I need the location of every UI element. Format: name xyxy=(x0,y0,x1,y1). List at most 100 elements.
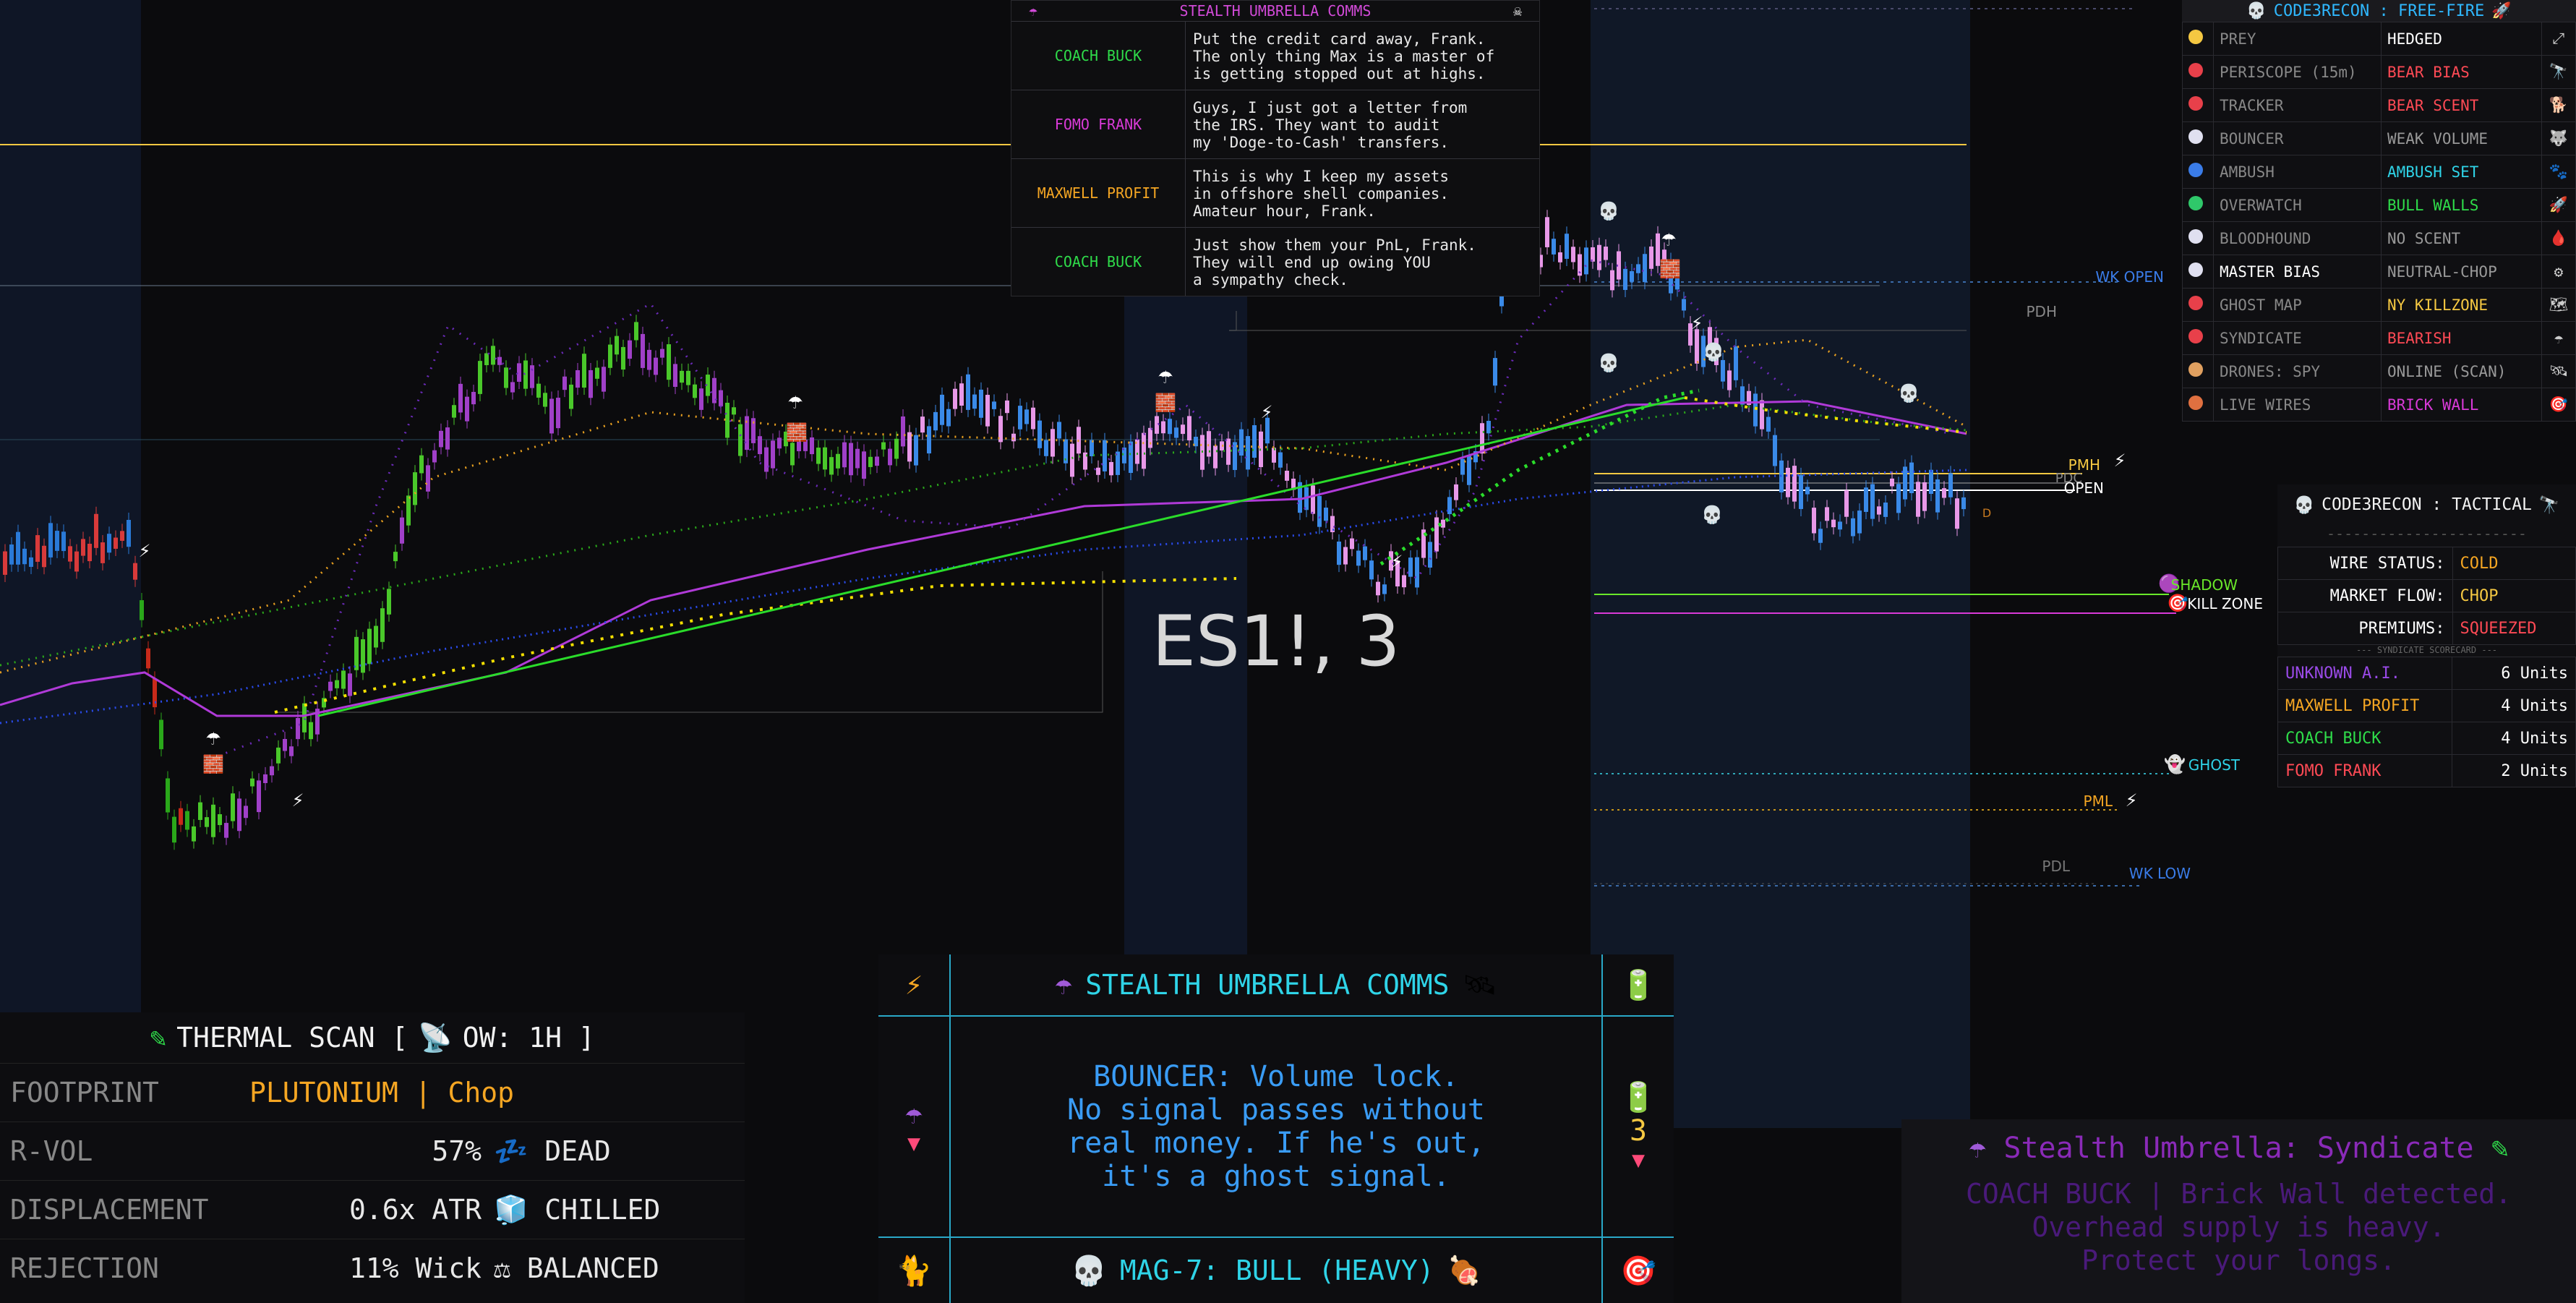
chart-marker-icon: ☂ xyxy=(205,729,221,749)
chart-marker-icon: 💀 xyxy=(1701,505,1723,525)
candle-body xyxy=(1181,424,1185,435)
candle-body xyxy=(406,495,411,526)
thermal-status: DEAD xyxy=(544,1135,611,1167)
scorecard-name: FOMO FRANK xyxy=(2277,754,2452,787)
candle-body xyxy=(1246,436,1250,470)
candle-body xyxy=(615,336,619,355)
freefire-value: BEARISH xyxy=(2381,321,2542,355)
syndicate-message: COACH BUCK | Brick Wall detected. Overhe… xyxy=(1966,1178,2512,1276)
candle-body xyxy=(829,457,834,475)
chart-marker-icon: 🧱 xyxy=(786,422,808,443)
candle-body xyxy=(218,814,222,826)
thermal-status-cell: 🧊 CHILLED xyxy=(493,1180,745,1239)
candle-body xyxy=(114,537,118,549)
candle-body xyxy=(1825,507,1829,521)
freefire-value: NO SCENT xyxy=(2381,221,2542,255)
status-dot-icon xyxy=(2188,229,2203,244)
right-status: 🔋 3 ▼ xyxy=(1603,1017,1674,1236)
umbrella-icon: ☂ xyxy=(904,1097,923,1131)
candle-body xyxy=(1441,519,1445,528)
candle-body xyxy=(471,391,476,405)
status-dot-icon xyxy=(2188,129,2203,144)
meat-icon: 🍖 xyxy=(1447,1254,1481,1286)
candle-body xyxy=(719,390,723,406)
ghost-label: GHOST xyxy=(2188,756,2241,774)
status-dot-cell xyxy=(2182,121,2214,155)
candle-body xyxy=(1844,490,1849,517)
candle-body xyxy=(1103,440,1107,471)
bottom-comms-footer: 💀 MAG-7: BULL (HEAVY) 🍖 xyxy=(951,1238,1601,1303)
candle-body xyxy=(842,442,847,468)
candle-body xyxy=(589,369,593,398)
candle-body xyxy=(1883,503,1888,517)
candle-body xyxy=(1096,467,1100,475)
candle-body xyxy=(244,806,248,819)
freefire-row: LIVE WIRES BRICK WALL 🎯 xyxy=(2182,388,2576,422)
tactical-value: CHOP xyxy=(2452,579,2576,612)
candle-body xyxy=(335,680,339,688)
candle-body xyxy=(484,353,489,365)
candle-body xyxy=(1721,359,1725,382)
freefire-row: GHOST MAP NY KILLZONE 🗺 xyxy=(2182,288,2576,322)
candle-body xyxy=(862,451,866,479)
thermal-status-cell: ⚖ BALANCED xyxy=(493,1239,745,1297)
candle-body xyxy=(1317,496,1322,527)
comms-message: Put the credit card away, Frank. The onl… xyxy=(1193,30,1495,82)
skull-icon: ☠ xyxy=(1512,2,1523,20)
candle-body xyxy=(74,551,79,572)
candle-body xyxy=(1552,239,1556,255)
candle-body xyxy=(1480,423,1484,454)
candle-body xyxy=(237,798,241,832)
status-dot-icon xyxy=(2188,329,2203,343)
candle-body xyxy=(1460,458,1465,475)
candle-body xyxy=(263,774,268,784)
candle-body xyxy=(309,722,313,740)
row-icon: ☂ xyxy=(2541,321,2576,355)
candle-body xyxy=(1057,422,1061,439)
bottom-comms-panel: ⚡ ☂ STEALTH UMBRELLA COMMS 🛰 🔋 ☂ ▼ BOUNC… xyxy=(878,954,1674,1303)
candle-body xyxy=(458,383,463,413)
scorecard-name: MAXWELL PROFIT xyxy=(2277,689,2452,722)
thermal-value: 57% xyxy=(432,1135,482,1167)
thermal-label: R-VOL xyxy=(0,1122,235,1181)
status-dot-cell xyxy=(2182,354,2214,388)
thermal-status-icon: 💤 xyxy=(494,1135,545,1167)
candle-body xyxy=(497,356,502,365)
comms-message: This is why I keep my assets in offshore… xyxy=(1193,168,1450,220)
wk-open-label: WK OPEN xyxy=(2095,268,2164,286)
freefire-row: AMBUSH AMBUSH SET 🐾 xyxy=(2182,155,2576,189)
candle-body xyxy=(654,357,658,375)
candle-body xyxy=(491,346,495,365)
candle-body xyxy=(16,531,20,565)
candle-body xyxy=(61,531,66,552)
chart-marker-icon: ⚡ xyxy=(1691,313,1703,333)
candle-body xyxy=(855,448,860,469)
candle-body xyxy=(87,543,92,562)
candle-body xyxy=(1649,246,1653,269)
freefire-label: PREY xyxy=(2213,22,2382,56)
candle-body xyxy=(1376,581,1380,596)
freefire-row: MASTER BIAS NEUTRAL-CHOP ⚙ xyxy=(2182,255,2576,289)
thermal-value-cell: PLUTONIUM | Chop xyxy=(235,1063,745,1122)
freefire-value: NY KILLZONE xyxy=(2381,288,2542,322)
row-icon: 🐺 xyxy=(2541,121,2576,155)
status-dot-cell xyxy=(2182,255,2214,289)
shadow-label: SHADOW xyxy=(2171,576,2238,594)
chart-marker-icon: 💀 xyxy=(1703,342,1724,362)
candle-body xyxy=(562,376,567,390)
status-dot-cell xyxy=(2182,88,2214,122)
scorecard-units: 4 Units xyxy=(2452,689,2576,722)
tactical-value: SQUEEZED xyxy=(2452,612,2576,645)
candle-body xyxy=(602,367,606,392)
candle-body xyxy=(1831,519,1836,528)
candle-body xyxy=(1187,416,1191,440)
pencil-icon: ✎ xyxy=(2491,1132,2509,1165)
candle-body xyxy=(979,389,983,418)
candle-body xyxy=(289,746,294,756)
thermal-status: CHILLED xyxy=(544,1193,661,1226)
candle-body xyxy=(1799,474,1803,509)
candle-body xyxy=(1584,247,1588,275)
candle-body xyxy=(1213,445,1218,469)
scorecard-row: COACH BUCK 4 Units xyxy=(2277,722,2576,755)
thermal-label: DISPLACEMENT xyxy=(0,1180,235,1239)
